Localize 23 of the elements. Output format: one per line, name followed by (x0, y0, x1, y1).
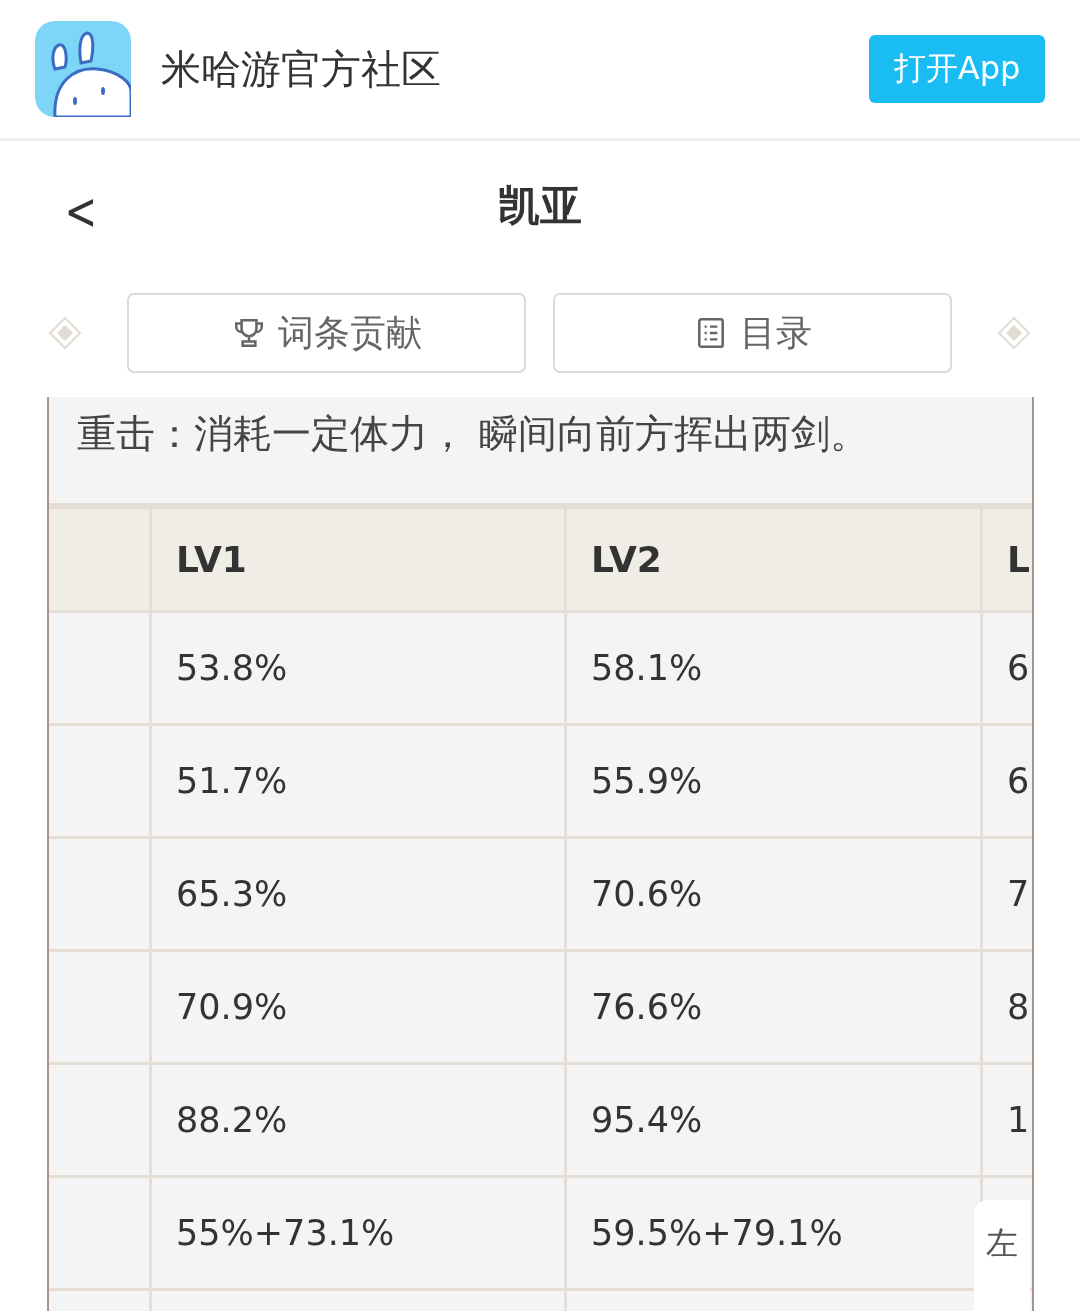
table-cell: 55.9% (565, 724, 982, 838)
table-cell: 70.9% (150, 950, 566, 1064)
table-cell: 53.8% (150, 611, 566, 725)
diamond-ornament (48, 316, 82, 350)
table-cell: 95.4% (565, 1063, 982, 1177)
contents-button[interactable]: 目录 (553, 293, 952, 373)
column-header: LV2 (565, 507, 982, 612)
contribute-button[interactable]: 词条贡献 (127, 293, 526, 373)
swipe-hint: 左 (974, 1200, 1030, 1311)
table-cell: 58.1% (565, 611, 982, 725)
back-button[interactable]: < (61, 181, 101, 241)
page-title: 凯亚 (498, 180, 582, 232)
table-cell: 65.3% (150, 837, 566, 951)
table-cell: 55%+73.1% (150, 1176, 566, 1290)
description-text: 重击：消耗一定体力， 瞬间向前方挥出两剑。 (76, 410, 871, 458)
table-cell: 51.7% (150, 724, 566, 838)
app-title: 米哈游官方社区 (161, 44, 442, 94)
column-header: L (981, 507, 1032, 612)
column-header: LV1 (150, 507, 566, 612)
diamond-ornament (997, 316, 1031, 350)
table-cell: 88.2% (150, 1063, 566, 1177)
table-cell: 70.6% (565, 837, 982, 951)
table-cell: 76.6% (565, 950, 982, 1064)
